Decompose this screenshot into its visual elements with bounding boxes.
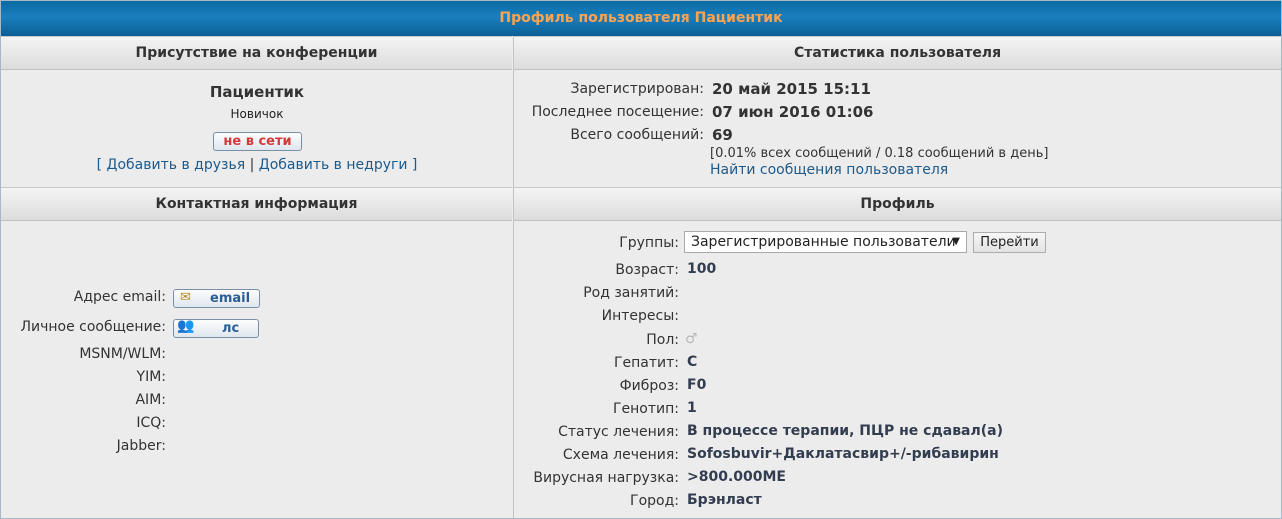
posts-label: Всего сообщений:	[570, 127, 704, 143]
aim-label: AIM:	[135, 392, 166, 408]
contact-header: Контактная информация	[1, 187, 512, 221]
yim-label: YIM:	[136, 369, 166, 385]
field-value: F0	[687, 377, 707, 393]
field-value: Sofosbuvir+Даклатасвир+/-рибавирин	[687, 446, 999, 462]
posts-detail: [0.01% всех сообщений / 0.18 сообщений в…	[710, 146, 1049, 161]
pm-button-label: лс	[222, 321, 240, 336]
msnm-label: MSNM/WLM:	[79, 346, 166, 362]
email-button-label: email	[210, 291, 251, 306]
pm-label: Личное сообщение:	[20, 319, 166, 335]
field-label: Пол:	[646, 332, 679, 348]
field-label: Гепатит:	[613, 355, 679, 371]
groups-selected: Зарегистрированные пользователи	[691, 234, 956, 250]
add-foe-link[interactable]: Добавить в недруги	[259, 157, 408, 173]
email-button[interactable]: ✉ email	[173, 289, 260, 308]
field-value: В процессе терапии, ПЦР не сдавал(а)	[687, 423, 1003, 439]
groups-label: Группы:	[619, 235, 679, 251]
registered-label: Зарегистрирован:	[570, 81, 705, 97]
field-label: Генотип:	[613, 401, 679, 417]
jabber-label: Jabber:	[116, 438, 166, 454]
bracket-close: ]	[411, 157, 418, 173]
groups-select[interactable]: Зарегистрированные пользователи ▼	[684, 231, 967, 253]
presence-header: Присутствие на конференции	[1, 36, 512, 70]
field-value: C	[687, 354, 698, 370]
field-label: Интересы:	[601, 308, 679, 324]
email-label: Адрес email:	[73, 289, 166, 305]
registered-value: 20 май 2015 15:11	[712, 80, 871, 98]
profile-panel: Профиль пользователя Пациентик Присутств…	[0, 0, 1282, 519]
pm-button[interactable]: 👥 лс	[173, 318, 259, 338]
column-divider	[513, 36, 514, 518]
field-label: Схема лечения:	[562, 447, 679, 463]
page-title: Профиль пользователя Пациентик	[1, 1, 1281, 36]
last-visit-label: Последнее посещение:	[531, 104, 704, 120]
field-label: Статус лечения:	[558, 424, 679, 440]
add-friend-link[interactable]: Добавить в друзья	[107, 157, 246, 173]
last-visit-value: 07 июн 2016 01:06	[712, 103, 874, 121]
envelope-icon: ✉	[180, 290, 191, 305]
offline-status-label: не в сети	[223, 134, 292, 149]
offline-status-badge: не в сети	[213, 132, 302, 151]
field-value: 100	[687, 261, 717, 277]
user-rank: Новичок	[230, 107, 284, 121]
posts-value: 69	[712, 126, 733, 144]
field-label: Город:	[630, 493, 679, 509]
male-icon: ♂	[685, 331, 698, 347]
stats-header: Статистика пользователя	[514, 36, 1281, 70]
bracket-open: [	[96, 157, 103, 173]
link-separator: |	[249, 157, 255, 173]
users-icon: 👥	[177, 318, 195, 334]
field-label: Вирусная нагрузка:	[533, 470, 679, 486]
icq-label: ICQ:	[136, 415, 166, 431]
chevron-down-icon: ▼	[952, 236, 960, 247]
friend-links: [ Добавить в друзья | Добавить в недруги…	[1, 157, 513, 173]
field-label: Фиброз:	[619, 378, 679, 394]
field-value: Брэнласт	[687, 492, 762, 508]
field-label: Род занятий:	[583, 285, 679, 301]
field-value: >800.000МЕ	[687, 469, 786, 485]
field-value: 1	[687, 400, 697, 416]
username: Пациентик	[209, 83, 305, 101]
profile-header: Профиль	[514, 187, 1281, 221]
find-posts-link[interactable]: Найти сообщения пользователя	[710, 162, 948, 178]
field-label: Возраст:	[615, 262, 679, 278]
go-button[interactable]: Перейти	[973, 232, 1046, 253]
